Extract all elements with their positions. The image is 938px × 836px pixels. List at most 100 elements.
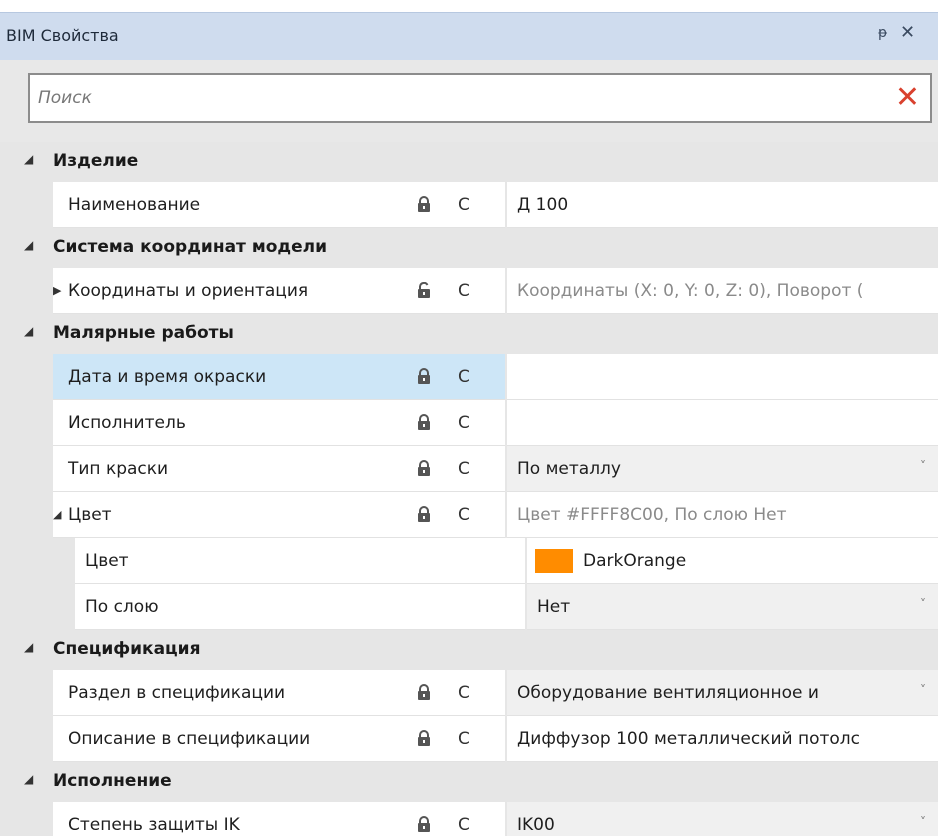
property-value-cell[interactable] bbox=[507, 400, 938, 446]
expand-triangle-icon[interactable]: ▶ bbox=[53, 284, 61, 297]
property-label: Тип краски bbox=[68, 459, 169, 479]
collapse-triangle-icon[interactable]: ◢ bbox=[24, 640, 33, 654]
chevron-down-icon[interactable]: ˅ bbox=[920, 683, 926, 697]
property-value: Цвет #FFFF8C00, По слою Нет bbox=[517, 505, 787, 525]
lock-closed-icon[interactable] bbox=[417, 196, 431, 212]
property-label: Исполнитель bbox=[68, 413, 186, 433]
lock-closed-icon[interactable] bbox=[417, 816, 431, 832]
category-item[interactable]: ◢ Изделие bbox=[0, 142, 938, 182]
category-paint[interactable]: ◢ Малярные работы bbox=[0, 314, 938, 354]
property-name-cell[interactable]: Раздел в спецификации C bbox=[53, 670, 505, 716]
lock-closed-icon[interactable] bbox=[417, 368, 431, 384]
property-flag: C bbox=[458, 459, 470, 479]
property-name-cell[interactable]: Тип краски C bbox=[53, 446, 505, 492]
category-label: Система координат модели bbox=[53, 237, 328, 257]
property-grid: ◢ Изделие Наименование C Д 100 ◢ Система… bbox=[0, 142, 938, 836]
search-placeholder: Поиск bbox=[38, 88, 92, 108]
row-margin bbox=[0, 268, 53, 314]
lock-closed-icon[interactable] bbox=[417, 684, 431, 700]
row-margin bbox=[0, 584, 53, 630]
panel-titlebar: BIM Свойства ᵽ ✕ bbox=[0, 12, 938, 60]
row-margin bbox=[0, 716, 53, 762]
category-label: Исполнение bbox=[53, 771, 172, 791]
row-margin bbox=[0, 670, 53, 716]
property-value: Д 100 bbox=[517, 195, 569, 215]
property-flag: C bbox=[458, 367, 470, 387]
property-row[interactable]: Описание в спецификации C Диффузор 100 м… bbox=[0, 716, 938, 762]
paint-type-dropdown[interactable]: По металлу ˅ bbox=[507, 446, 938, 492]
collapse-triangle-icon[interactable]: ◢ bbox=[24, 152, 33, 166]
row-margin bbox=[0, 354, 53, 400]
search-area: Поиск ✕ bbox=[0, 60, 938, 142]
panel-title: BIM Свойства bbox=[6, 26, 119, 45]
color-picker-cell[interactable]: DarkOrange bbox=[527, 538, 938, 584]
category-coords[interactable]: ◢ Система координат модели bbox=[0, 228, 938, 268]
collapse-triangle-icon[interactable]: ◢ bbox=[53, 508, 61, 521]
property-row[interactable]: ▶ Координаты и ориентация C Координаты (… bbox=[0, 268, 938, 314]
property-value: Нет bbox=[537, 597, 571, 617]
lock-open-icon[interactable] bbox=[417, 282, 431, 298]
property-name-cell[interactable]: Дата и время окраски C bbox=[53, 354, 505, 400]
property-flag: C bbox=[458, 505, 470, 525]
property-value: По металлу bbox=[517, 459, 621, 479]
color-swatch[interactable] bbox=[535, 549, 573, 573]
property-flag: C bbox=[458, 195, 470, 215]
row-margin bbox=[0, 492, 53, 538]
property-name-cell[interactable]: По слою bbox=[75, 584, 525, 630]
row-indent bbox=[53, 538, 75, 584]
category-label: Изделие bbox=[53, 151, 139, 171]
property-name-cell[interactable]: Наименование C bbox=[53, 182, 505, 228]
row-margin bbox=[0, 802, 53, 836]
lock-closed-icon[interactable] bbox=[417, 730, 431, 746]
property-row[interactable]: ◢ Цвет C Цвет #FFFF8C00, По слою Нет bbox=[0, 492, 938, 538]
property-value-cell[interactable]: Координаты (X: 0, Y: 0, Z: 0), Поворот ( bbox=[507, 268, 938, 314]
sub-property-row[interactable]: Цвет DarkOrange bbox=[0, 538, 938, 584]
by-layer-dropdown[interactable]: Нет ˅ bbox=[527, 584, 938, 630]
property-row[interactable]: Тип краски C По металлу ˅ bbox=[0, 446, 938, 492]
property-value: Диффузор 100 металлический потолс bbox=[517, 729, 860, 749]
property-value-cell[interactable]: Цвет #FFFF8C00, По слою Нет bbox=[507, 492, 938, 538]
property-row[interactable]: Наименование C Д 100 bbox=[0, 182, 938, 228]
property-row[interactable]: Степень защиты IK C IK00 ˅ bbox=[0, 802, 938, 836]
property-value: Координаты (X: 0, Y: 0, Z: 0), Поворот ( bbox=[517, 281, 864, 301]
property-label: Дата и время окраски bbox=[68, 367, 267, 387]
sub-property-row[interactable]: По слою Нет ˅ bbox=[0, 584, 938, 630]
collapse-triangle-icon[interactable]: ◢ bbox=[24, 238, 33, 252]
property-value: DarkOrange bbox=[583, 551, 687, 571]
chevron-down-icon[interactable]: ˅ bbox=[920, 459, 926, 473]
property-value-cell[interactable] bbox=[507, 354, 938, 400]
property-value-cell[interactable]: Диффузор 100 металлический потолс bbox=[507, 716, 938, 762]
property-value-cell[interactable]: Д 100 bbox=[507, 182, 938, 228]
collapse-triangle-icon[interactable]: ◢ bbox=[24, 772, 33, 786]
property-label: По слою bbox=[85, 597, 159, 617]
row-margin bbox=[0, 400, 53, 446]
property-name-cell[interactable]: Исполнитель C bbox=[53, 400, 505, 446]
property-label: Координаты и ориентация bbox=[68, 281, 309, 301]
pin-icon[interactable]: ᵽ bbox=[878, 25, 887, 41]
property-row[interactable]: Раздел в спецификации C Оборудование вен… bbox=[0, 670, 938, 716]
property-row-selected[interactable]: Дата и время окраски C bbox=[0, 354, 938, 400]
lock-closed-icon[interactable] bbox=[417, 506, 431, 522]
close-icon[interactable]: ✕ bbox=[900, 22, 915, 43]
property-flag: C bbox=[458, 413, 470, 433]
chevron-down-icon[interactable]: ˅ bbox=[920, 815, 926, 829]
property-name-cell[interactable]: Описание в спецификации C bbox=[53, 716, 505, 762]
property-name-cell[interactable]: ◢ Цвет C bbox=[53, 492, 505, 538]
property-name-cell[interactable]: ▶ Координаты и ориентация C bbox=[53, 268, 505, 314]
property-name-cell[interactable]: Степень защиты IK C bbox=[53, 802, 505, 836]
property-flag: C bbox=[458, 729, 470, 749]
search-input[interactable]: Поиск ✕ bbox=[28, 73, 932, 123]
property-label: Наименование bbox=[68, 195, 201, 215]
lock-closed-icon[interactable] bbox=[417, 460, 431, 476]
ik-dropdown[interactable]: IK00 ˅ bbox=[507, 802, 938, 836]
category-label: Малярные работы bbox=[53, 323, 234, 343]
collapse-triangle-icon[interactable]: ◢ bbox=[24, 324, 33, 338]
category-exec[interactable]: ◢ Исполнение bbox=[0, 762, 938, 802]
clear-x-icon[interactable]: ✕ bbox=[895, 80, 920, 116]
property-name-cell[interactable]: Цвет bbox=[75, 538, 525, 584]
property-row[interactable]: Исполнитель C bbox=[0, 400, 938, 446]
chevron-down-icon[interactable]: ˅ bbox=[920, 597, 926, 611]
lock-closed-icon[interactable] bbox=[417, 414, 431, 430]
category-spec[interactable]: ◢ Спецификация bbox=[0, 630, 938, 670]
spec-section-dropdown[interactable]: Оборудование вентиляционное и ˅ bbox=[507, 670, 938, 716]
